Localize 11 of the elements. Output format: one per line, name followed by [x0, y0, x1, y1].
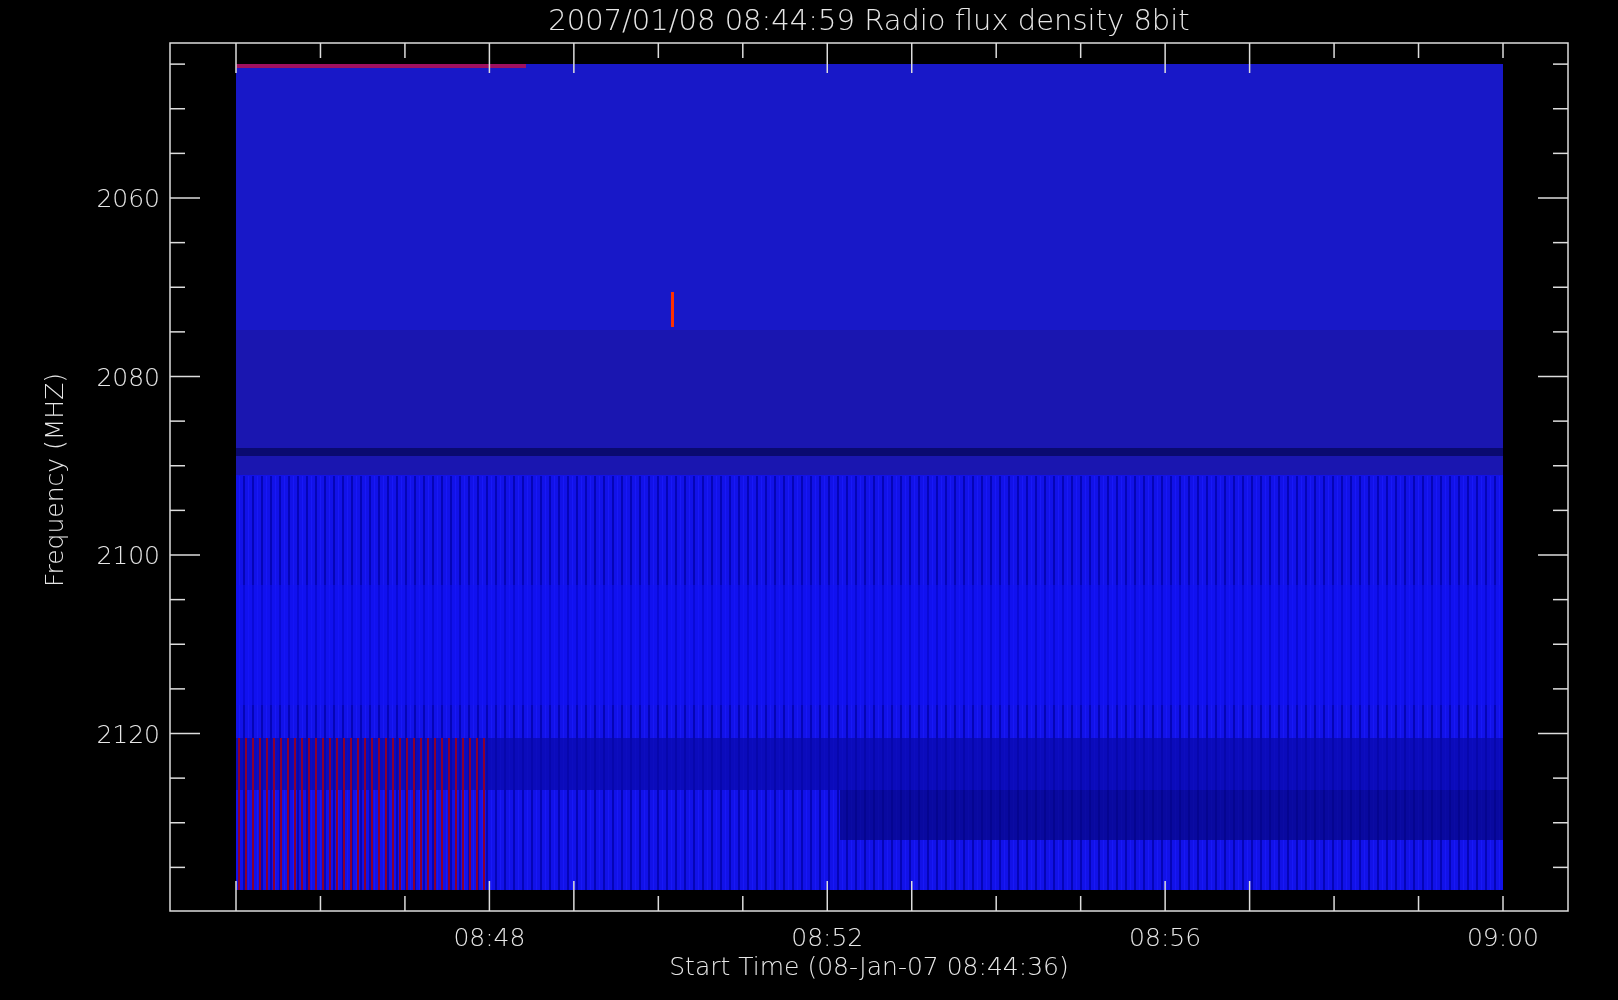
y-axis-tick-label: 2080 — [96, 362, 160, 392]
y-axis-tick-label: 2120 — [96, 719, 160, 749]
y-axis-tick-label: 2060 — [96, 184, 160, 213]
x-axis-tick-label: 08:48 — [453, 923, 526, 952]
x-axis-tick-label: 08:52 — [791, 923, 864, 952]
y-axis-tick-label: 2100 — [96, 541, 160, 570]
x-axis-label: Start Time (08-Jan-07 08:44:36) — [669, 952, 1069, 981]
y-axis-label: Frequency (MHZ) — [40, 372, 69, 588]
x-axis-tick-label: 09:00 — [1467, 923, 1539, 952]
chart-title: 2007/01/08 08:44:59 Radio flux density 8bit — [548, 3, 1190, 37]
x-axis-tick-label: 08:56 — [1129, 923, 1202, 952]
